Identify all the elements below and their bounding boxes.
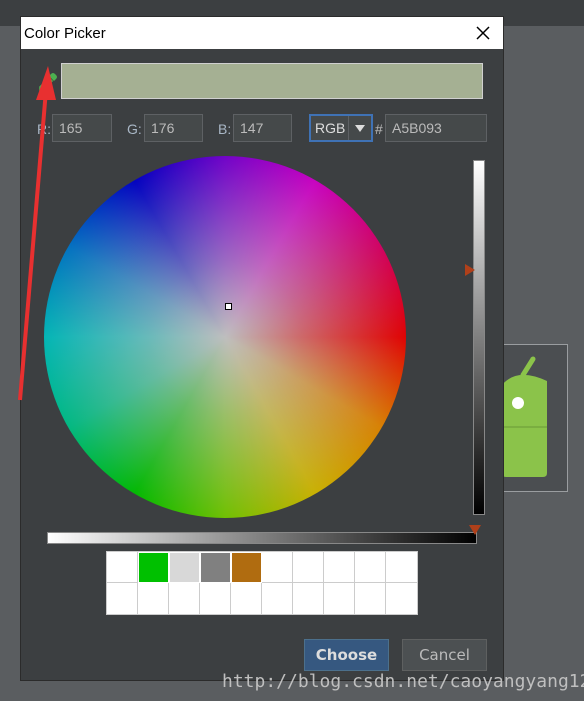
recent-color-swatch[interactable] [293,552,324,583]
recent-color-swatch[interactable] [324,583,355,614]
watermark: http://blog.csdn.net/caoyangyang123 [222,671,584,692]
recent-color-swatch[interactable] [262,583,293,614]
title-bar: Color Picker [21,17,503,49]
red-label: R: [37,121,51,137]
chevron-down-icon [355,125,365,132]
hex-field[interactable]: A5B093 [385,114,487,142]
cancel-button[interactable]: Cancel [402,639,487,671]
green-label: G: [127,121,142,137]
android-preview-panel [496,344,568,492]
recent-color-swatch[interactable] [355,583,386,614]
opacity-slider-thumb[interactable] [469,525,481,535]
color-wheel[interactable] [44,156,406,518]
recent-color-swatch[interactable] [200,552,231,583]
recent-color-swatch[interactable] [293,583,324,614]
recent-color-swatch[interactable] [169,552,200,583]
color-wheel-marker[interactable] [225,303,232,310]
brightness-slider[interactable] [473,160,485,515]
red-field[interactable]: 165 [52,114,112,142]
color-mode-value: RGB [315,120,346,136]
close-icon [476,26,490,40]
recent-color-swatch[interactable] [107,552,138,583]
recent-color-swatch[interactable] [355,552,386,583]
recent-color-swatch[interactable] [386,552,417,583]
android-robot-icon [502,356,547,477]
recent-color-swatch[interactable] [200,583,231,614]
close-button[interactable] [473,23,493,43]
eyedropper-button[interactable] [37,71,59,93]
recent-color-swatch[interactable] [386,583,417,614]
hex-label: # [375,121,383,137]
recent-color-swatch[interactable] [138,552,169,583]
color-preview [61,63,483,99]
eyedropper-icon [39,73,57,91]
recent-color-swatch[interactable] [138,583,169,614]
color-mode-dropdown[interactable] [348,116,371,140]
color-picker-dialog: Color Picker R: 165 G: 176 B: 147 RGB # … [20,16,504,681]
blue-label: B: [218,121,232,137]
recent-colors-grid [106,551,418,615]
recent-color-swatch[interactable] [169,583,200,614]
brightness-slider-thumb[interactable] [465,264,475,276]
recent-color-swatch[interactable] [107,583,138,614]
recent-color-swatch[interactable] [231,552,262,583]
recent-color-swatch[interactable] [231,583,262,614]
color-mode-select[interactable]: RGB [309,114,373,142]
blue-field[interactable]: 147 [233,114,292,142]
recent-color-swatch[interactable] [262,552,293,583]
choose-button[interactable]: Choose [304,639,389,671]
green-field[interactable]: 176 [144,114,203,142]
dialog-title: Color Picker [24,25,106,42]
recent-color-swatch[interactable] [324,552,355,583]
opacity-slider[interactable] [47,532,477,544]
